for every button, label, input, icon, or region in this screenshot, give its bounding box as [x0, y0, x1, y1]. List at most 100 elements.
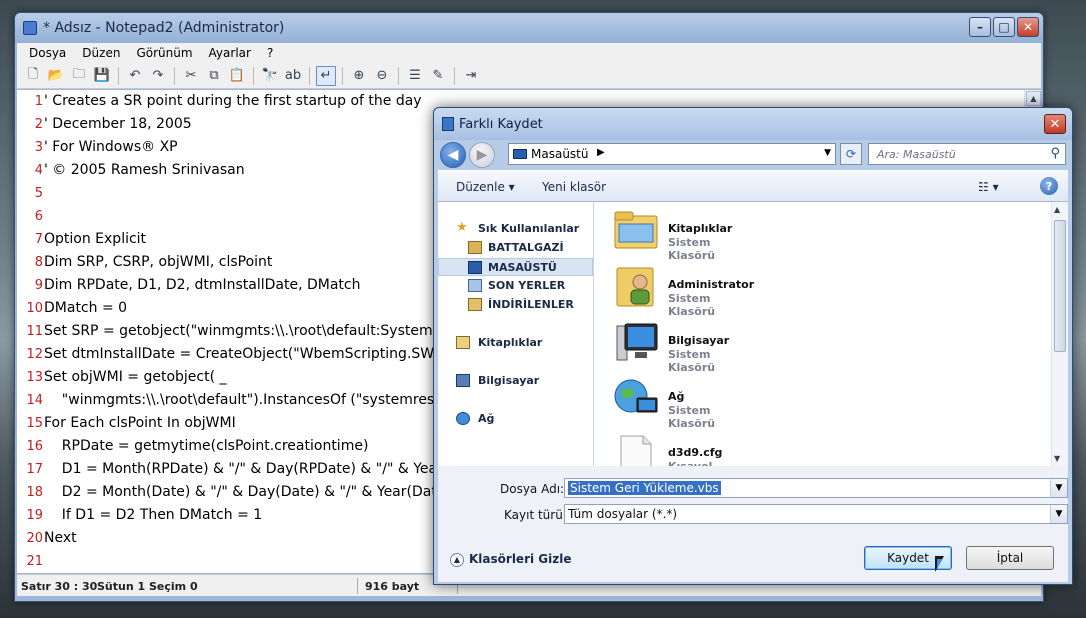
code-line[interactable]: Set objWMI = getobject( _ — [44, 369, 227, 385]
address-bar[interactable]: Masaüstü ▶ ▼ — [508, 143, 836, 165]
word-wrap-icon[interactable]: ↵ — [316, 65, 336, 86]
customize-icon[interactable]: ✎ — [428, 66, 448, 86]
chevron-down-icon[interactable]: ▼ — [824, 148, 831, 158]
chevron-down-icon[interactable]: ▼ — [1050, 479, 1067, 497]
notepad-title-bar[interactable]: * Adsız - Notepad2 (Administrator) – □ ✕ — [15, 13, 1043, 43]
browse-icon[interactable]: 🗀 — [69, 66, 89, 86]
maximize-button[interactable]: □ — [993, 17, 1015, 37]
code-line[interactable]: Next — [44, 530, 77, 546]
line-number: 7 — [34, 232, 43, 247]
desktop-icon — [468, 261, 482, 274]
code-line[interactable]: For Each clsPoint In objWMI — [44, 415, 236, 431]
dialog-title-bar[interactable]: Farklı Kaydet ✕ — [434, 108, 1072, 140]
line-number: 1 — [34, 94, 43, 109]
notepad-app-icon — [23, 21, 37, 35]
menu-duzen[interactable]: Düzen — [74, 46, 128, 60]
nav-favorites[interactable]: ★ Sık Kullanılanlar — [438, 220, 593, 238]
filename-label: Dosya Adı: — [500, 482, 565, 496]
scheme-icon[interactable]: ☰ — [405, 66, 425, 86]
dialog-title: Farklı Kaydet — [459, 117, 543, 132]
filename-input[interactable]: Sistem Geri Yükleme.vbs ▼ — [564, 478, 1068, 498]
menu-help[interactable]: ? — [259, 46, 281, 60]
zoom-out-icon[interactable]: ⊖ — [372, 66, 392, 86]
recent-places-icon — [468, 279, 482, 292]
code-line[interactable]: ' Creates a SR point during the first st… — [44, 93, 422, 109]
dialog-close-button[interactable]: ✕ — [1044, 114, 1066, 134]
nav-desktop[interactable]: MASAÜSTÜ — [438, 258, 593, 276]
nav-network[interactable]: Ağ — [438, 410, 593, 428]
new-folder-button[interactable]: Yeni klasör — [542, 180, 606, 194]
scroll-up-icon[interactable]: ▲ — [1026, 91, 1041, 106]
exit-icon[interactable]: ⇥ — [461, 66, 481, 86]
libraries-folder-icon — [614, 211, 658, 249]
back-button[interactable]: ◀ — [440, 142, 466, 168]
undo-icon[interactable]: ↶ — [125, 66, 145, 86]
line-number: 18 — [26, 485, 43, 500]
code-line[interactable]: RPDate = getmytime(clsPoint.creationtime… — [44, 438, 369, 454]
menu-bar: Dosya Düzen Görünüm Ayarlar ? — [17, 43, 1041, 63]
menu-dosya[interactable]: Dosya — [21, 46, 74, 60]
nav-recent-places[interactable]: SON YERLER — [438, 277, 593, 295]
code-line[interactable]: "winmgmts:\\.\root\default").InstancesOf… — [44, 392, 448, 408]
open-folder-icon[interactable]: 📂 — [46, 66, 66, 86]
save-icon[interactable]: 💾 — [92, 66, 112, 86]
code-line[interactable]: ' For Windows® XP — [44, 139, 178, 155]
star-icon: ★ — [456, 220, 468, 235]
scroll-thumb[interactable] — [1054, 220, 1066, 352]
help-icon[interactable]: ? — [1040, 177, 1058, 195]
organize-button[interactable]: Düzenle ▾ — [456, 180, 515, 194]
code-line[interactable]: Set dtmInstallDate = CreateObject("WbemS… — [44, 346, 452, 362]
dialog-app-icon — [442, 117, 454, 131]
code-line[interactable]: DMatch = 0 — [44, 300, 127, 316]
copy-icon[interactable]: ⧉ — [204, 66, 224, 86]
replace-icon[interactable]: ab — [283, 66, 303, 86]
network-icon — [456, 412, 470, 425]
file-list-scrollbar[interactable]: ▲ ▼ — [1051, 202, 1068, 466]
hide-folders-button[interactable]: ▲ Klasörleri Gizle — [450, 552, 571, 567]
chevron-right-icon[interactable]: ▶ — [597, 147, 605, 158]
line-number: 6 — [34, 209, 43, 224]
code-line[interactable]: Dim RPDate, D1, D2, dtmInstallDate, DMat… — [44, 277, 360, 293]
downloads-icon — [468, 298, 482, 311]
search-placeholder: Ara: Masaüstü — [877, 148, 956, 161]
redo-icon[interactable]: ↷ — [148, 66, 168, 86]
forward-button[interactable]: ▶ — [469, 142, 495, 168]
line-number: 21 — [26, 554, 43, 569]
status-column: Sütun 1 — [97, 580, 146, 593]
code-line[interactable]: If D1 = D2 Then DMatch = 1 — [44, 507, 262, 523]
address-text: Masaüstü — [531, 147, 589, 161]
code-line[interactable]: Option Explicit — [44, 231, 146, 247]
scroll-down-icon[interactable]: ▼ — [1054, 454, 1060, 463]
mouse-cursor-fill — [937, 559, 942, 569]
menu-gorunum[interactable]: Görünüm — [128, 46, 200, 60]
scroll-up-icon[interactable]: ▲ — [1054, 205, 1060, 214]
nav-libraries[interactable]: Kitaplıklar — [438, 334, 593, 352]
status-size: 916 bayt — [365, 580, 420, 593]
refresh-button[interactable]: ⟳ — [840, 143, 862, 165]
code-line[interactable]: Set SRP = getobject("winmgmts:\\.\root\d… — [44, 323, 447, 339]
nav-computer[interactable]: Bilgisayar — [438, 372, 593, 390]
minimize-button[interactable]: – — [969, 17, 991, 37]
code-line[interactable]: D1 = Month(RPDate) & "/" & Day(RPDate) &… — [44, 461, 437, 477]
code-line[interactable]: Dim SRP, CSRP, objWMI, clsPoint — [44, 254, 272, 270]
dialog-footer: Dosya Adı: Sistem Geri Yükleme.vbs ▼ Kay… — [438, 466, 1068, 582]
cancel-button[interactable]: İptal — [966, 546, 1054, 570]
filetype-select[interactable]: Tüm dosyalar (*.*) ▼ — [564, 504, 1068, 524]
nav-battalgazi[interactable]: BATTALGAZİ — [438, 239, 593, 257]
chevron-down-icon[interactable]: ▼ — [1050, 505, 1067, 523]
menu-ayarlar[interactable]: Ayarlar — [201, 46, 259, 60]
new-file-icon[interactable]: 🗋 — [23, 66, 43, 86]
paste-icon[interactable]: 📋 — [227, 66, 247, 86]
zoom-in-icon[interactable]: ⊕ — [349, 66, 369, 86]
view-options-icon[interactable]: ☷ ▾ — [978, 180, 999, 194]
search-input[interactable]: Ara: Masaüstü ⚲ — [868, 143, 1066, 165]
find-icon[interactable]: 🔭 — [260, 66, 280, 86]
cut-icon[interactable]: ✂ — [181, 66, 201, 86]
code-line[interactable]: ' December 18, 2005 — [44, 116, 192, 132]
code-line[interactable]: ' © 2005 Ramesh Srinivasan — [44, 162, 245, 178]
search-icon[interactable]: ⚲ — [1050, 146, 1060, 161]
close-button[interactable]: ✕ — [1017, 17, 1039, 37]
code-line[interactable]: D2 = Month(Date) & "/" & Day(Date) & "/"… — [44, 484, 437, 500]
file-list[interactable]: Kitaplıklar Sistem Klasörü Administrator… — [595, 202, 1050, 466]
nav-downloads[interactable]: İNDİRİLENLER — [438, 296, 593, 314]
